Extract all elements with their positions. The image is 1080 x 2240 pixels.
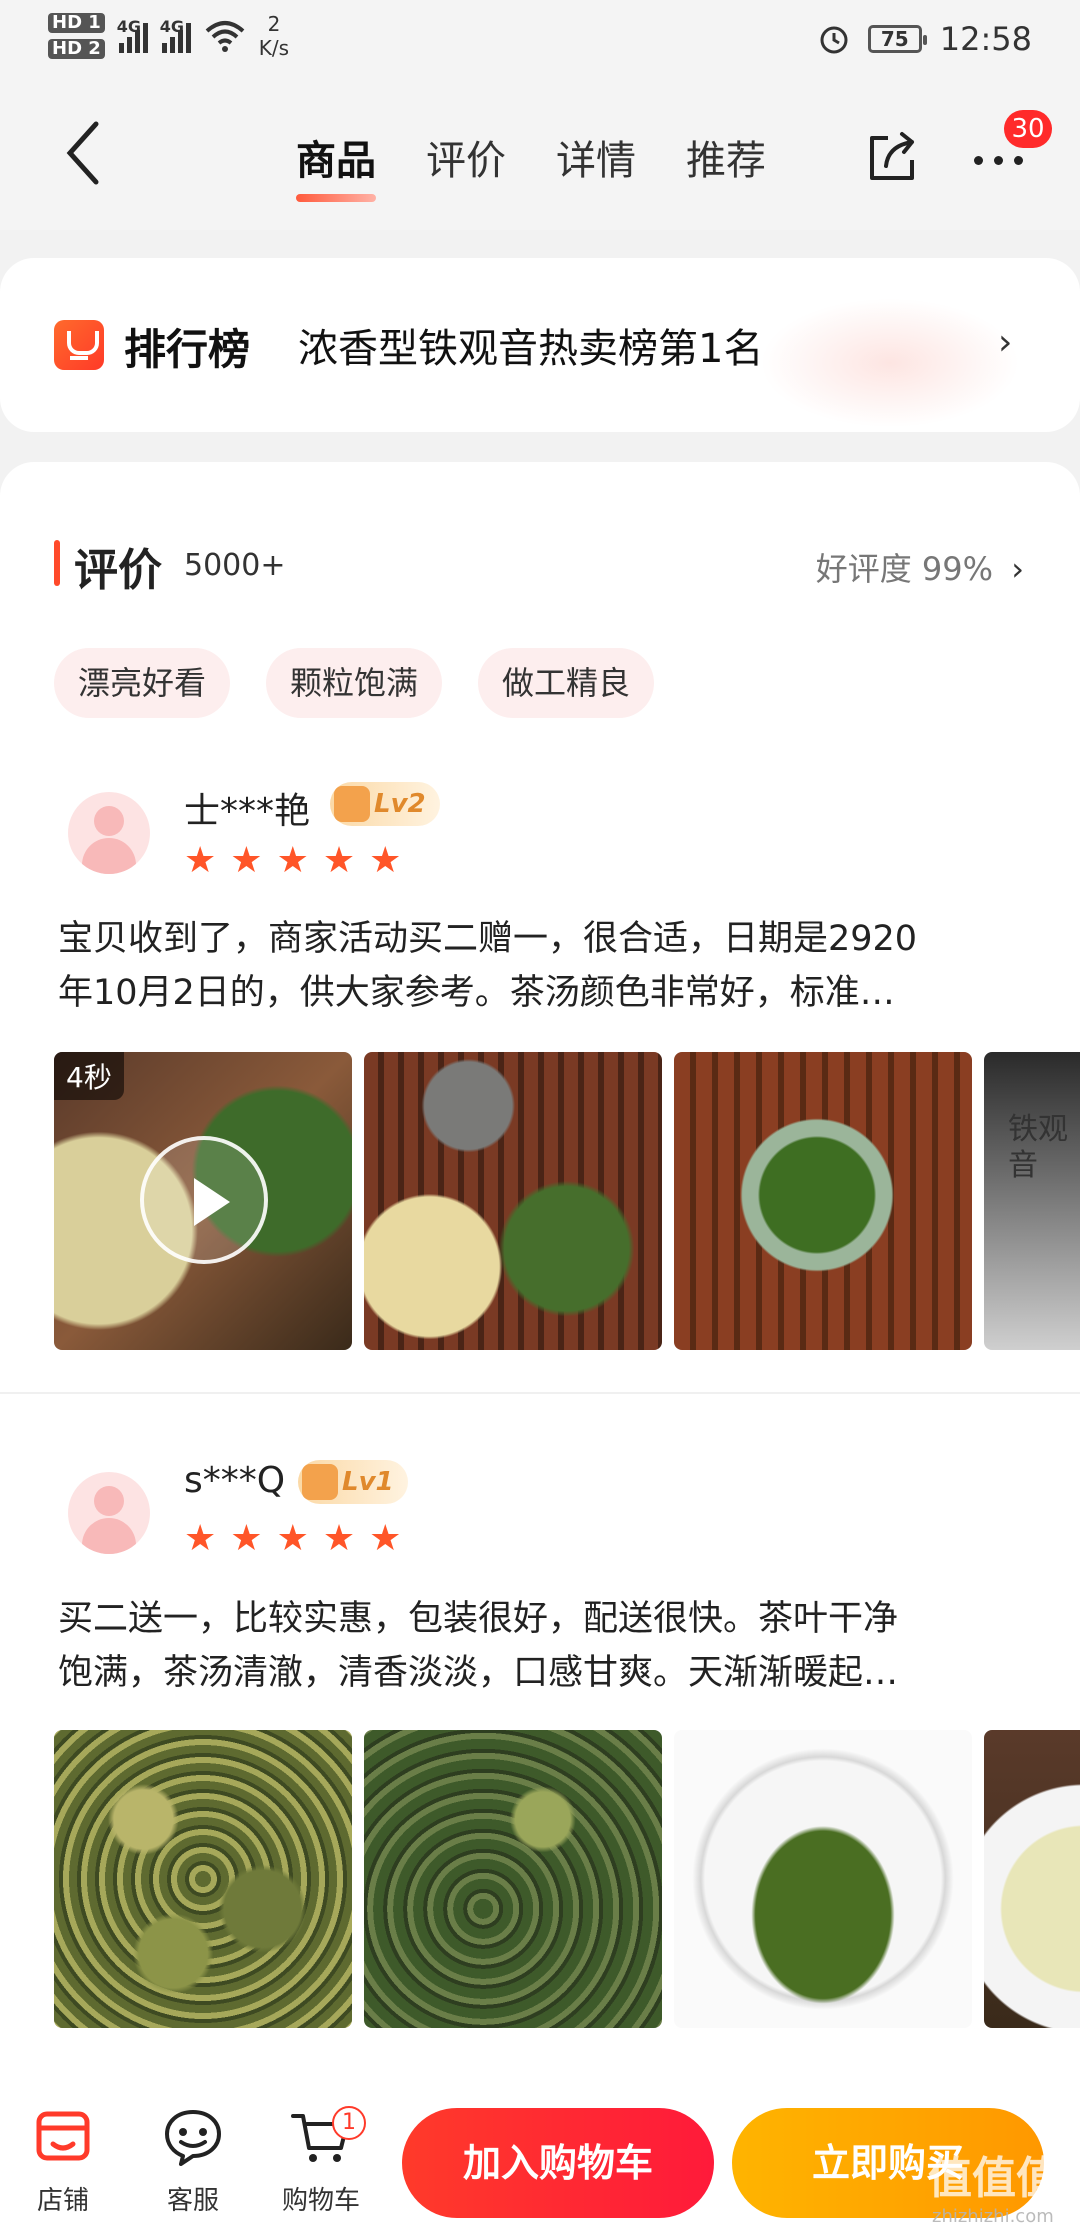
review-tag[interactable]: 颗粒饱满 — [266, 648, 443, 718]
chevron-right-icon: › — [998, 322, 1013, 363]
battery-level: 75 — [880, 27, 909, 51]
rating-stars: ★ ★ ★ ★ ★ — [184, 1518, 401, 1559]
chat-bubble-icon — [165, 2110, 221, 2166]
star-icon: ★ — [276, 1518, 309, 1559]
section-accent-bar — [54, 540, 60, 586]
review-photo[interactable]: 铁观音 — [984, 1052, 1080, 1350]
cart-label: 购物车 — [281, 2186, 360, 2216]
tab-bar: 商品 评价 详情 推荐 — [296, 128, 766, 202]
star-icon: ★ — [230, 840, 263, 881]
star-icon: ★ — [369, 1518, 402, 1559]
review-text: 宝贝收到了，商家活动买二赠一，很合适，日期是2920 年10月2日的，供大家参考… — [58, 919, 918, 1013]
reviews-count: 5000+ — [184, 548, 286, 583]
wifi-icon — [205, 21, 245, 52]
star-icon: ★ — [322, 840, 356, 881]
star-icon: ★ — [184, 1518, 217, 1559]
good-rate: 好评度 99% — [815, 550, 994, 588]
cart-count-badge: 1 — [332, 2106, 366, 2140]
ranking-text: 浓香型铁观音热卖榜第1名 — [298, 326, 764, 372]
avatar — [68, 1472, 150, 1554]
status-bar: HD 1 HD 2 4G 4G 2 K/s 75 12:58 — [0, 0, 1080, 80]
reviewer-name: 士***艳 — [184, 791, 311, 832]
tab-details[interactable]: 详情 — [556, 128, 636, 188]
star-icon: ★ — [369, 840, 402, 881]
ranking-title: 排行榜 — [124, 325, 251, 374]
battery-icon: 75 — [867, 25, 927, 53]
sim-indicators: HD 1 HD 2 — [48, 13, 105, 59]
watermark-url: zhizhizhi.com — [932, 2206, 1054, 2227]
tab-product[interactable]: 商品 — [296, 128, 376, 202]
customer-service-button[interactable]: 客服 — [148, 2106, 238, 2217]
shop-label: 店铺 — [36, 2186, 89, 2216]
star-icon: ★ — [184, 840, 217, 881]
tab-reviews[interactable]: 评价 — [426, 128, 506, 188]
review-photo[interactable] — [364, 1730, 662, 2028]
network-speed: 2 K/s — [258, 12, 290, 60]
trophy-icon — [54, 320, 104, 370]
reviews-title: 评价 — [74, 545, 162, 596]
sim2-label: HD 2 — [48, 39, 105, 59]
review-tag[interactable]: 漂亮好看 — [54, 648, 231, 718]
review-video-thumb[interactable]: 4秒 — [54, 1052, 352, 1350]
sim1-label: HD 1 — [48, 13, 105, 33]
signal-icon: 4G — [116, 17, 148, 53]
user-level-badge: Lv2 — [330, 782, 440, 826]
service-label: 客服 — [166, 2186, 219, 2216]
play-icon[interactable] — [140, 1136, 268, 1264]
share-icon[interactable] — [866, 130, 920, 184]
shop-icon — [36, 2111, 90, 2161]
user-level-badge: Lv1 — [298, 1460, 408, 1504]
package-text: 铁观音 — [1008, 1112, 1068, 1183]
avatar — [68, 792, 150, 874]
bottom-action-bar: 店铺 客服 购物车 1 加入购物车 立即购买 — [0, 2082, 1080, 2240]
review-tags: 漂亮好看 颗粒饱满 做工精良 — [54, 648, 655, 718]
reviews-section: 评价 5000+ 好评度 99% › 漂亮好看 颗粒饱满 做工精良 士***艳 … — [0, 462, 1080, 2082]
watermark-logo: 值值值 — [928, 2153, 1060, 2204]
review-photo[interactable] — [674, 1730, 972, 2028]
review-photo[interactable] — [674, 1052, 972, 1350]
ranking-banner[interactable]: 排行榜 浓香型铁观音热卖榜第1名 › — [0, 258, 1080, 432]
review-photo[interactable] — [364, 1052, 662, 1350]
review-divider — [0, 1392, 1080, 1394]
star-icon: ★ — [230, 1518, 263, 1559]
review-photos: 4秒 铁观音 — [54, 1052, 1080, 1350]
add-to-cart-button[interactable]: 加入购物车 — [402, 2108, 714, 2218]
reviewer-name: s***Q — [184, 1460, 286, 1501]
network-type-1: 4G — [116, 17, 142, 36]
star-icon: ★ — [322, 1518, 356, 1559]
review-text: 买二送一，比较实惠，包装很好，配送很快。茶叶干净 饱满，茶汤清澈，清香淡淡，口感… — [58, 1599, 899, 1693]
good-rate-link[interactable]: 好评度 99% › — [816, 544, 1024, 590]
network-type-2: 4G — [159, 17, 185, 36]
ranking-decoration — [760, 298, 1020, 428]
product-nav-bar: 商品 评价 详情 推荐 — [0, 80, 1080, 230]
star-icon: ★ — [276, 840, 309, 881]
tab-recommend[interactable]: 推荐 — [686, 128, 766, 188]
more-dots-icon[interactable] — [972, 146, 1026, 176]
review-photo[interactable] — [54, 1730, 352, 2028]
review-photos — [54, 1730, 1080, 2028]
signal-icon: 4G — [159, 17, 191, 53]
rating-stars: ★ ★ ★ ★ ★ — [184, 840, 401, 881]
video-duration: 4秒 — [54, 1052, 124, 1100]
review-tag[interactable]: 做工精良 — [478, 648, 655, 718]
clock-time: 12:58 — [939, 20, 1032, 58]
notification-badge: 30 — [1004, 110, 1052, 148]
review-photo[interactable] — [984, 1730, 1080, 2028]
chevron-right-icon: › — [1011, 550, 1024, 588]
shop-button[interactable]: 店铺 — [18, 2106, 108, 2217]
alarm-icon — [820, 26, 848, 54]
back-arrow-icon[interactable] — [56, 118, 116, 188]
